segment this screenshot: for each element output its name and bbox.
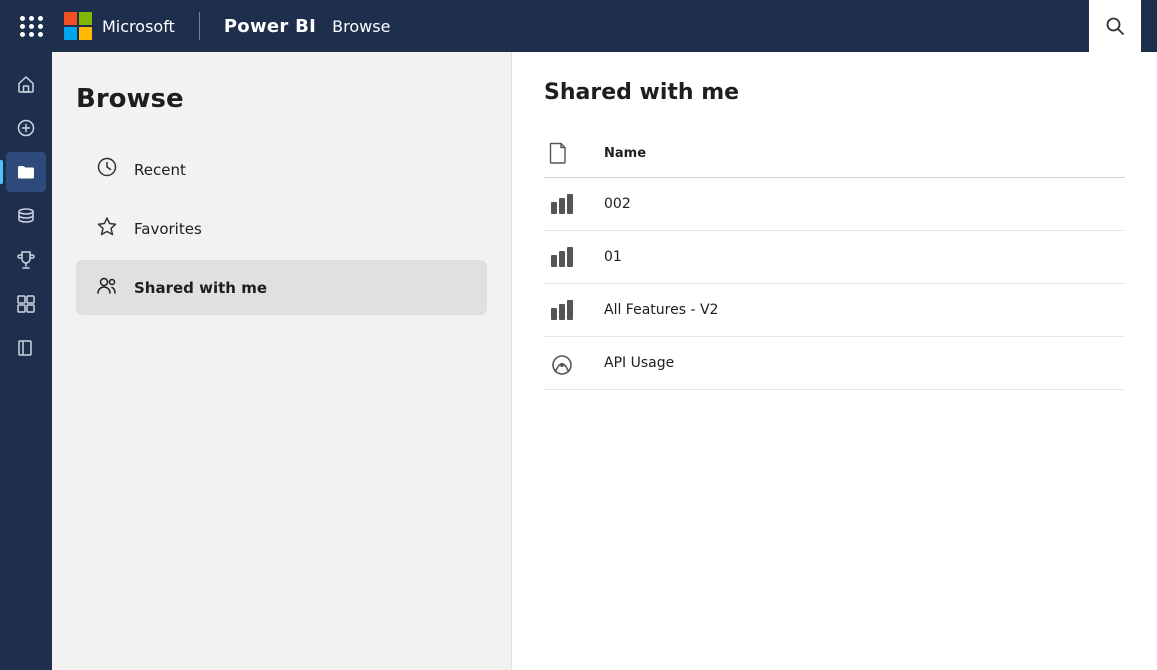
table-row[interactable]: 01 [544,231,1125,284]
table-header-row: Name [544,129,1125,178]
table-header-name: Name [592,129,1125,178]
row-name: All Features - V2 [592,284,1125,337]
nav-divider [199,12,200,40]
main-layout: Browse Recent Favorites [0,52,1157,670]
trophy-icon [16,250,36,270]
table-header-icon [544,129,592,178]
sidebar-item-browse[interactable] [6,152,46,192]
apps-icon [16,294,36,314]
row-name: API Usage [592,337,1125,390]
table-row[interactable]: 002 [544,178,1125,231]
bar-chart-icon [549,245,575,269]
nav-item-recent[interactable]: Recent [76,142,487,197]
sidebar-item-apps[interactable] [6,284,46,324]
sidebar-item-learn[interactable] [6,328,46,368]
people-icon [96,274,118,301]
search-button[interactable] [1089,0,1141,52]
search-icon [1105,16,1125,36]
nav-item-recent-label: Recent [134,161,186,179]
icon-sidebar [0,52,52,670]
bar-chart-icon [549,192,575,216]
sidebar-item-home[interactable] [6,64,46,104]
browse-panel-title: Browse [76,84,487,114]
row-icon-cell [544,231,592,284]
folder-icon [16,162,36,182]
row-name: 002 [592,178,1125,231]
nav-item-favorites[interactable]: Favorites [76,201,487,256]
sidebar-item-goals[interactable] [6,240,46,280]
content-title: Shared with me [544,80,1125,105]
active-indicator [0,160,3,184]
sidebar-item-create[interactable] [6,108,46,148]
browse-panel: Browse Recent Favorites [52,52,512,670]
app-launcher-button[interactable] [16,12,48,41]
row-name: 01 [592,231,1125,284]
table-row[interactable]: API Usage [544,337,1125,390]
table-row[interactable]: All Features - V2 [544,284,1125,337]
row-icon-cell [544,337,592,390]
gauge-icon [549,351,575,375]
microsoft-logo [64,12,92,40]
clock-icon [96,156,118,183]
star-icon [96,215,118,242]
logo-area: Microsoft [64,12,175,40]
file-icon-header [549,142,567,164]
plus-circle-icon [16,118,36,138]
nav-item-shared[interactable]: Shared with me [76,260,487,315]
database-icon [16,206,36,226]
page-breadcrumb: Browse [332,17,390,36]
bar-chart-icon [549,298,575,322]
shared-table: Name 002 [544,129,1125,390]
product-name: Power BI [224,16,316,37]
nav-item-shared-label: Shared with me [134,279,267,297]
row-icon-cell [544,178,592,231]
sidebar-item-datahub[interactable] [6,196,46,236]
nav-item-favorites-label: Favorites [134,220,202,238]
book-icon [16,338,36,358]
home-icon [16,74,36,94]
microsoft-label: Microsoft [102,17,175,36]
top-nav: Microsoft Power BI Browse [0,0,1157,52]
row-icon-cell [544,284,592,337]
content-panel: Shared with me Name [512,52,1157,670]
